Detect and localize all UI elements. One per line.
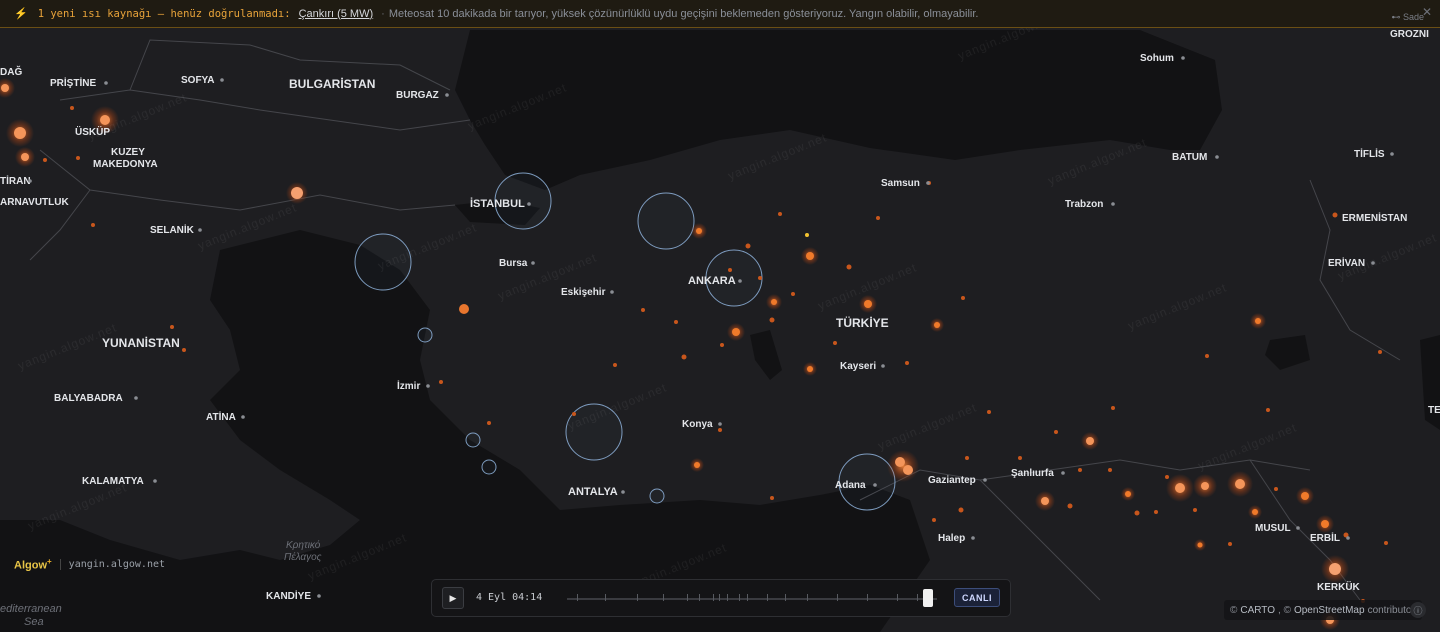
- brand: Algow+ yangin.algow.net: [14, 557, 165, 572]
- country-label-armenia: ERMENİSTAN: [1342, 211, 1407, 224]
- city-label: ERİVAN: [1328, 256, 1365, 269]
- timeline-time: 4 Eyl 04:14: [476, 592, 543, 603]
- city-label: ATİNA: [206, 410, 236, 423]
- city-label: GROZNI: [1390, 29, 1429, 40]
- city-label: KERKÜK: [1317, 580, 1361, 593]
- city-label: KANDİYE: [266, 589, 311, 602]
- timeline-tick: [767, 594, 768, 601]
- map-attribution: © CARTO , © OpenStreetMap contributors: [1224, 600, 1422, 620]
- country-label-albania: ARNAVUTLUK: [0, 197, 69, 208]
- timeline-tick: [837, 594, 838, 601]
- timeline-tick: [637, 594, 638, 601]
- city-label: ANTALYA: [568, 486, 618, 498]
- logo: Algow+: [14, 557, 52, 572]
- fire-map[interactable]: yangin.algow.net yangin.algow.net yangin…: [0, 0, 1440, 632]
- sea-label: Πέλαγος: [284, 551, 322, 563]
- timeline-tick: [687, 594, 688, 601]
- timeline-tick: [727, 594, 728, 601]
- city-label: ANKARA: [688, 275, 736, 287]
- osm-link[interactable]: OpenStreetMap: [1294, 605, 1365, 616]
- city-label: BATUM: [1172, 152, 1207, 163]
- simple-mode-label: Sade: [1402, 12, 1424, 22]
- alert-banner: ⚡ 1 yeni ısı kaynağı — henüz doğrulanmad…: [0, 0, 1440, 28]
- city-label: İzmir: [397, 379, 420, 392]
- sea-label: Sea: [24, 616, 44, 628]
- info-icon[interactable]: ⓘ: [1410, 602, 1426, 618]
- carto-link[interactable]: CARTO: [1240, 605, 1275, 616]
- play-button[interactable]: ▶: [442, 587, 464, 609]
- sea-label: Κρητικό: [286, 539, 321, 551]
- timeline-tick: [739, 594, 740, 601]
- timeline-tick: [713, 594, 714, 601]
- city-label: TE: [1428, 405, 1440, 416]
- timeline-tick: [699, 594, 700, 601]
- country-label-turkey: TÜRKİYE: [836, 315, 889, 330]
- timeline-tick: [897, 594, 898, 601]
- city-label: BALYABADRA: [54, 393, 123, 404]
- city-label: Şanlıurfa: [1011, 468, 1054, 479]
- city-label: ERBİL: [1310, 531, 1340, 544]
- city-label: MUSUL: [1255, 523, 1291, 534]
- city-label: TİRAN: [0, 174, 31, 187]
- sea-label: editerranean: [0, 603, 62, 615]
- live-button[interactable]: CANLI: [954, 588, 1000, 607]
- brand-divider: [59, 558, 61, 570]
- city-label: Konya: [682, 419, 713, 430]
- city-label: Adana: [835, 480, 866, 491]
- timeline-tick: [867, 594, 868, 601]
- timeline-tick: [917, 594, 918, 601]
- simple-mode-toggle[interactable]: ⊷ Sade: [1391, 12, 1424, 23]
- city-label: Kayseri: [840, 361, 876, 372]
- city-label: Eskişehir: [561, 287, 606, 298]
- city-label: ÜSKÜP: [75, 125, 110, 138]
- city-label: Trabzon: [1065, 199, 1103, 210]
- city-label: SOFYA: [181, 75, 215, 86]
- timeline-tick: [663, 594, 664, 601]
- city-label: Samsun: [881, 178, 920, 189]
- timeline-tick: [807, 594, 808, 601]
- city-label: Gaziantep: [928, 475, 976, 486]
- brand-url[interactable]: yangin.algow.net: [69, 559, 165, 570]
- city-label: Bursa: [499, 258, 528, 269]
- play-icon: ▶: [449, 592, 457, 603]
- timeline-thumb[interactable]: [923, 589, 933, 607]
- bolt-icon: ⚡: [14, 8, 28, 20]
- city-label: SELANİK: [150, 223, 195, 236]
- timeline-tick: [747, 594, 748, 601]
- timeline-tick: [719, 594, 720, 601]
- city-label: Sohum: [1140, 53, 1174, 64]
- timeline-tick: [605, 594, 606, 601]
- city-label: BURGAZ: [396, 90, 439, 101]
- alert-message: Meteosat 10 dakikada bir tarıyor, yüksek…: [388, 7, 979, 20]
- city-label: KALAMATYA: [82, 476, 144, 487]
- timeline-slider[interactable]: [567, 589, 937, 607]
- alert-place-link[interactable]: Çankırı (5 MW): [299, 8, 374, 20]
- city-label: PRİŞTİNE: [50, 76, 96, 89]
- city-label: İSTANBUL: [470, 197, 525, 210]
- timeline-player: ▶ 4 Eyl 04:14 CANLI: [431, 579, 1011, 617]
- country-label-north-macedonia-2: MAKEDONYA: [93, 159, 158, 170]
- country-label-north-macedonia-1: KUZEY: [111, 147, 145, 158]
- city-label: DAĞ: [0, 65, 22, 78]
- alert-separator: ·: [381, 7, 385, 20]
- alert-lead: 1 yeni ısı kaynağı — henüz doğrulanmadı:: [37, 7, 291, 20]
- close-icon[interactable]: ✕: [1422, 5, 1432, 19]
- timeline-tick: [577, 594, 578, 601]
- country-label-bulgaria: BULGARİSTAN: [289, 76, 375, 91]
- timeline-tick: [785, 594, 786, 601]
- city-label: Halep: [938, 533, 965, 544]
- country-label-greece: YUNANİSTAN: [102, 335, 180, 350]
- city-label: TİFLİS: [1354, 147, 1385, 160]
